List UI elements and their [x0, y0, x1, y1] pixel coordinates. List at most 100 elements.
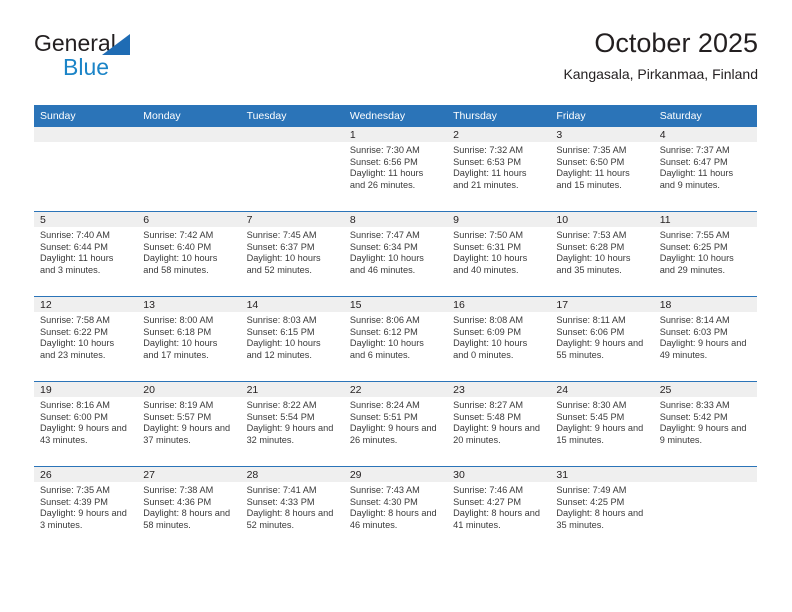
- calendar-cell-inner: 18 Sunrise: 8:14 AM Sunset: 6:03 PM Dayligh…: [653, 297, 757, 381]
- day-details: Sunrise: 8:11 AM Sunset: 6:06 PM Daylight:…: [550, 312, 653, 362]
- day-details: Sunrise: 7:46 AM Sunset: 4:27 PM Daylight:…: [447, 482, 550, 532]
- calendar-cell-day[interactable]: 29 Sunrise: 7:43 AM Sunset: 4:30 PM Dayligh…: [343, 466, 448, 551]
- sunset-text: Sunset: 6:53 PM: [453, 156, 522, 167]
- calendar-cell-inner: 11 Sunrise: 7:55 AM Sunset: 6:25 PM Dayligh…: [653, 212, 757, 296]
- day-number: 6: [137, 212, 241, 227]
- day-number: 21: [240, 382, 344, 397]
- calendar-cell-day[interactable]: 20 Sunrise: 8:19 AM Sunset: 5:57 PM Dayligh…: [137, 381, 241, 467]
- sunrise-text: Sunrise: 7:45 AM: [246, 230, 317, 240]
- calendar-cell-day[interactable]: 30 Sunrise: 7:46 AM Sunset: 4:27 PM Dayligh…: [447, 466, 551, 551]
- calendar-cell-day[interactable]: 25 Sunrise: 8:33 AM Sunset: 5:42 PM Dayligh…: [653, 381, 757, 467]
- calendar-cell-day[interactable]: 5 Sunrise: 7:40 AM Sunset: 6:44 PM Daylight…: [34, 211, 138, 297]
- sunrise-text: Sunrise: 8:22 AM: [246, 400, 317, 410]
- calendar-cell-day[interactable]: 8 Sunrise: 7:47 AM Sunset: 6:34 PM Daylight…: [343, 211, 448, 297]
- day-details: Sunrise: 7:42 AM Sunset: 6:40 PM Daylight:…: [137, 227, 240, 277]
- sunrise-text: Sunrise: 8:11 AM: [556, 315, 626, 325]
- sunset-text: Sunset: 6:50 PM: [556, 156, 625, 167]
- daylight-text: Daylight: 9 hours and 55 minutes.: [556, 338, 644, 361]
- daylight-text: Daylight: 11 hours and 15 minutes.: [556, 168, 630, 191]
- sunset-text: Sunset: 6:06 PM: [556, 326, 625, 337]
- weekday-header-thursday: Thursday: [447, 105, 551, 127]
- day-details: Sunrise: 7:49 AM Sunset: 4:25 PM Daylight:…: [550, 482, 653, 532]
- sunrise-text: Sunrise: 7:53 AM: [556, 230, 627, 240]
- calendar-cell-day[interactable]: 11 Sunrise: 7:55 AM Sunset: 6:25 PM Dayligh…: [653, 211, 757, 297]
- day-number: 20: [137, 382, 241, 397]
- calendar-cell-day[interactable]: 31 Sunrise: 7:49 AM Sunset: 4:25 PM Dayligh…: [550, 466, 654, 551]
- calendar-cell-day[interactable]: 10 Sunrise: 7:53 AM Sunset: 6:28 PM Dayligh…: [550, 211, 654, 297]
- calendar-cell-inner: 31 Sunrise: 7:49 AM Sunset: 4:25 PM Dayligh…: [550, 467, 654, 551]
- calendar-week-row: 5 Sunrise: 7:40 AM Sunset: 6:44 PM Daylight…: [34, 211, 757, 297]
- sunset-text: Sunset: 4:30 PM: [349, 496, 418, 507]
- day-number: 17: [550, 297, 654, 312]
- day-number: 15: [343, 297, 448, 312]
- calendar-cell-day[interactable]: 17 Sunrise: 8:11 AM Sunset: 6:06 PM Dayligh…: [550, 296, 654, 382]
- calendar-cell-day[interactable]: 19 Sunrise: 8:16 AM Sunset: 6:00 PM Dayligh…: [34, 381, 138, 467]
- daylight-text: Daylight: 8 hours and 46 minutes.: [349, 508, 437, 531]
- calendar-cell-day[interactable]: 13 Sunrise: 8:00 AM Sunset: 6:18 PM Dayligh…: [137, 296, 241, 382]
- sunrise-text: Sunrise: 8:27 AM: [453, 400, 524, 410]
- day-details: Sunrise: 7:32 AM Sunset: 6:53 PM Daylight:…: [447, 142, 550, 192]
- day-number: 19: [34, 382, 138, 397]
- day-number: 3: [550, 127, 654, 142]
- calendar-cell-empty: [240, 127, 344, 212]
- day-details: Sunrise: 8:30 AM Sunset: 5:45 PM Daylight:…: [550, 397, 653, 447]
- day-number: 22: [343, 382, 448, 397]
- calendar-cell-day[interactable]: 4 Sunrise: 7:37 AM Sunset: 6:47 PM Daylight…: [653, 127, 757, 212]
- daylight-text: Daylight: 10 hours and 40 minutes.: [453, 253, 528, 276]
- general-blue-logo[interactable]: General Blue: [34, 30, 254, 88]
- sunset-text: Sunset: 6:00 PM: [40, 411, 108, 422]
- sunset-text: Sunset: 6:28 PM: [556, 241, 625, 252]
- day-number: 11: [653, 212, 757, 227]
- day-details: Sunrise: 7:30 AM Sunset: 6:56 PM Daylight:…: [344, 142, 447, 192]
- calendar-cell-day[interactable]: 1 Sunrise: 7:30 AM Sunset: 6:56 PM Daylight…: [343, 127, 448, 212]
- sunset-text: Sunset: 5:42 PM: [659, 411, 728, 422]
- calendar-cell-day[interactable]: 12 Sunrise: 7:58 AM Sunset: 6:22 PM Dayligh…: [34, 296, 138, 382]
- day-number: 24: [550, 382, 654, 397]
- sunrise-text: Sunrise: 7:40 AM: [40, 230, 110, 240]
- calendar-cell-day[interactable]: 14 Sunrise: 8:03 AM Sunset: 6:15 PM Dayligh…: [240, 296, 344, 382]
- calendar-cell-day[interactable]: 24 Sunrise: 8:30 AM Sunset: 5:45 PM Dayligh…: [550, 381, 654, 467]
- day-number: 18: [653, 297, 757, 312]
- day-number: 30: [447, 467, 551, 482]
- day-number: 8: [343, 212, 448, 227]
- calendar-cell-day[interactable]: 18 Sunrise: 8:14 AM Sunset: 6:03 PM Dayligh…: [653, 296, 757, 382]
- calendar-cell-day[interactable]: 21 Sunrise: 8:22 AM Sunset: 5:54 PM Dayligh…: [240, 381, 344, 467]
- calendar-cell-day[interactable]: 16 Sunrise: 8:08 AM Sunset: 6:09 PM Dayligh…: [447, 296, 551, 382]
- calendar-cell-day[interactable]: 23 Sunrise: 8:27 AM Sunset: 5:48 PM Dayligh…: [447, 381, 551, 467]
- day-details: Sunrise: 8:14 AM Sunset: 6:03 PM Daylight:…: [654, 312, 757, 362]
- calendar-cell-day[interactable]: 22 Sunrise: 8:24 AM Sunset: 5:51 PM Dayligh…: [343, 381, 448, 467]
- daylight-text: Daylight: 10 hours and 29 minutes.: [659, 253, 734, 276]
- day-number: 9: [447, 212, 551, 227]
- sunrise-text: Sunrise: 8:03 AM: [246, 315, 317, 325]
- calendar-cell-inner: 27 Sunrise: 7:38 AM Sunset: 4:36 PM Dayligh…: [137, 467, 241, 551]
- sunrise-text: Sunrise: 7:46 AM: [453, 485, 524, 495]
- calendar-cell-day[interactable]: 15 Sunrise: 8:06 AM Sunset: 6:12 PM Dayligh…: [343, 296, 448, 382]
- calendar-cell-day[interactable]: 27 Sunrise: 7:38 AM Sunset: 4:36 PM Dayligh…: [137, 466, 241, 551]
- logo-triangle-icon: [102, 34, 130, 55]
- day-number: 29: [343, 467, 448, 482]
- day-number: 4: [653, 127, 757, 142]
- daylight-text: Daylight: 9 hours and 20 minutes.: [453, 423, 540, 446]
- calendar-cell-day[interactable]: 26 Sunrise: 7:35 AM Sunset: 4:39 PM Dayligh…: [34, 466, 138, 551]
- calendar-cell-empty: [653, 466, 757, 551]
- calendar-cell-day[interactable]: 6 Sunrise: 7:42 AM Sunset: 6:40 PM Daylight…: [137, 211, 241, 297]
- day-number: 28: [240, 467, 344, 482]
- day-details: Sunrise: 8:08 AM Sunset: 6:09 PM Daylight:…: [447, 312, 550, 362]
- calendar-cell-day[interactable]: 3 Sunrise: 7:35 AM Sunset: 6:50 PM Daylight…: [550, 127, 654, 212]
- daylight-text: Daylight: 10 hours and 0 minutes.: [453, 338, 528, 361]
- daylight-text: Daylight: 9 hours and 26 minutes.: [349, 423, 437, 446]
- sunset-text: Sunset: 4:39 PM: [40, 496, 108, 507]
- daylight-text: Daylight: 10 hours and 46 minutes.: [349, 253, 424, 276]
- day-details: Sunrise: 7:38 AM Sunset: 4:36 PM Daylight:…: [137, 482, 240, 532]
- day-number: 13: [137, 297, 241, 312]
- sunrise-text: Sunrise: 7:58 AM: [40, 315, 110, 325]
- sunrise-text: Sunrise: 7:35 AM: [556, 145, 627, 155]
- calendar-cell-day[interactable]: 7 Sunrise: 7:45 AM Sunset: 6:37 PM Daylight…: [240, 211, 344, 297]
- calendar-page: General Blue October 2025 Kangasala, Pir…: [0, 0, 792, 612]
- sunrise-text: Sunrise: 7:47 AM: [349, 230, 420, 240]
- day-number: 10: [550, 212, 654, 227]
- weekday-header-wednesday: Wednesday: [343, 105, 448, 127]
- calendar-cell-day[interactable]: 28 Sunrise: 7:41 AM Sunset: 4:33 PM Dayligh…: [240, 466, 344, 551]
- calendar-cell-day[interactable]: 2 Sunrise: 7:32 AM Sunset: 6:53 PM Daylight…: [447, 127, 551, 212]
- calendar-cell-day[interactable]: 9 Sunrise: 7:50 AM Sunset: 6:31 PM Daylight…: [447, 211, 551, 297]
